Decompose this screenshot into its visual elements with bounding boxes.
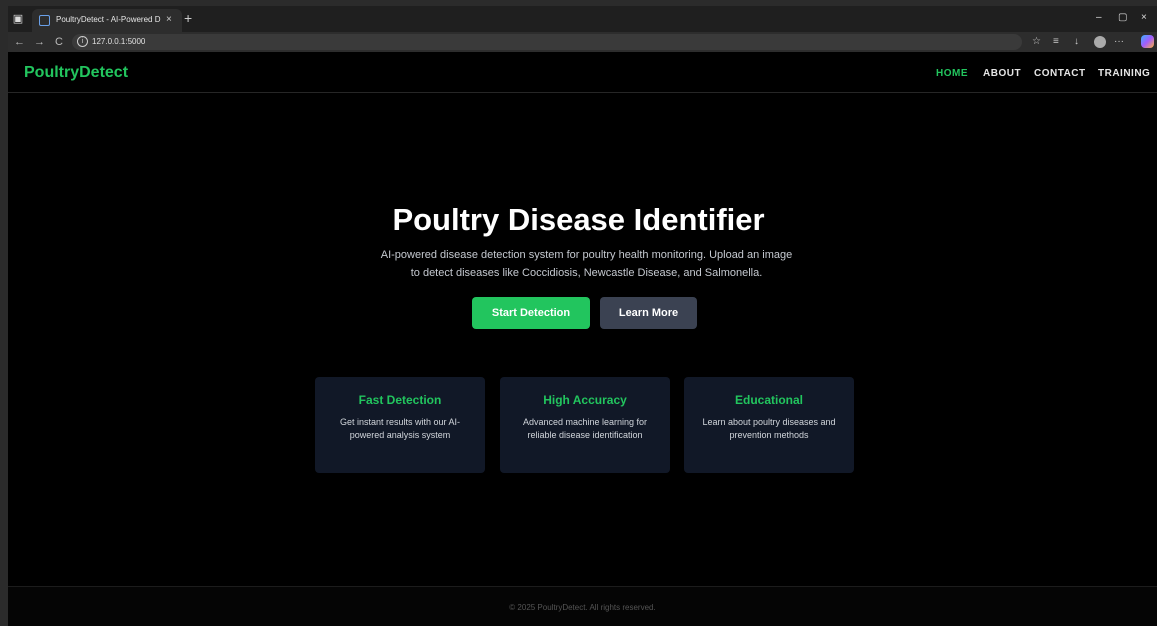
address-toolbar: ← → C i 127.0.0.1:5000 ☆ ≡ ↓ ··· [8, 32, 1157, 52]
learn-more-button[interactable]: Learn More [600, 297, 697, 329]
tab-close-icon[interactable]: × [166, 13, 172, 27]
browser-window: ▣ PoultryDetect - AI-Powered Disea × + –… [8, 6, 1157, 626]
feature-card-educational: Educational Learn about poultry diseases… [684, 377, 854, 473]
profile-icon[interactable] [1094, 36, 1106, 48]
maximize-icon[interactable]: ▢ [1118, 12, 1127, 24]
feature-card-description: Get instant results with our AI-powered … [339, 417, 461, 440]
minimize-icon[interactable]: – [1096, 12, 1102, 24]
collections-icon[interactable]: ≡ [1053, 35, 1059, 49]
feature-card-description: Learn about poultry diseases and prevent… [702, 417, 836, 440]
forward-icon[interactable]: → [34, 35, 45, 49]
hero-subtitle: AI-powered disease detection system for … [380, 249, 793, 279]
copilot-icon[interactable] [1141, 35, 1154, 48]
tab-bar: ▣ PoultryDetect - AI-Powered Disea × + –… [8, 6, 1157, 32]
page-favicon-icon [39, 15, 50, 26]
feature-card-title: Educational [734, 393, 803, 407]
url-text: 127.0.0.1:5000 [92, 37, 146, 46]
feature-card-title: Fast Detection [358, 393, 442, 407]
nav-link-contact[interactable]: CONTACT [1034, 68, 1086, 80]
browser-tab[interactable]: PoultryDetect - AI-Powered Disea × [32, 9, 182, 32]
site-navbar: PoultryDetect HOME ABOUT CONTACT TRAININ… [8, 54, 1157, 93]
site-info-icon[interactable]: i [77, 36, 88, 47]
new-tab-icon[interactable]: + [184, 11, 192, 25]
window-menu-icon[interactable]: ▣ [10, 11, 26, 27]
close-window-icon[interactable]: × [1141, 12, 1147, 24]
site-footer: © 2025 PoultryDetect. All rights reserve… [8, 586, 1157, 626]
favorites-icon[interactable]: ☆ [1032, 35, 1041, 49]
back-icon[interactable]: ← [14, 35, 25, 49]
start-detection-button[interactable]: Start Detection [472, 297, 590, 329]
reload-icon[interactable]: C [55, 35, 63, 49]
feature-card-high-accuracy: High Accuracy Advanced machine learning … [500, 377, 670, 473]
downloads-icon[interactable]: ↓ [1074, 35, 1079, 49]
address-input[interactable]: i 127.0.0.1:5000 [72, 34, 1022, 50]
feature-card-description: Advanced machine learning for reliable d… [522, 417, 648, 440]
feature-card-title: High Accuracy [543, 393, 627, 407]
more-icon[interactable]: ··· [1114, 35, 1124, 49]
hero-title: Poultry Disease Identifier [392, 202, 765, 237]
nav-link-about[interactable]: ABOUT [983, 68, 1021, 80]
copyright-text: © 2025 PoultryDetect. All rights reserve… [509, 603, 656, 612]
tab-title: PoultryDetect - AI-Powered Disea [56, 15, 161, 24]
nav-link-training[interactable]: TRAINING [1098, 68, 1150, 80]
nav-link-home[interactable]: HOME [936, 68, 968, 80]
brand-logo[interactable]: PoultryDetect [24, 63, 128, 83]
feature-card-fast-detection: Fast Detection Get instant results with … [315, 377, 485, 473]
